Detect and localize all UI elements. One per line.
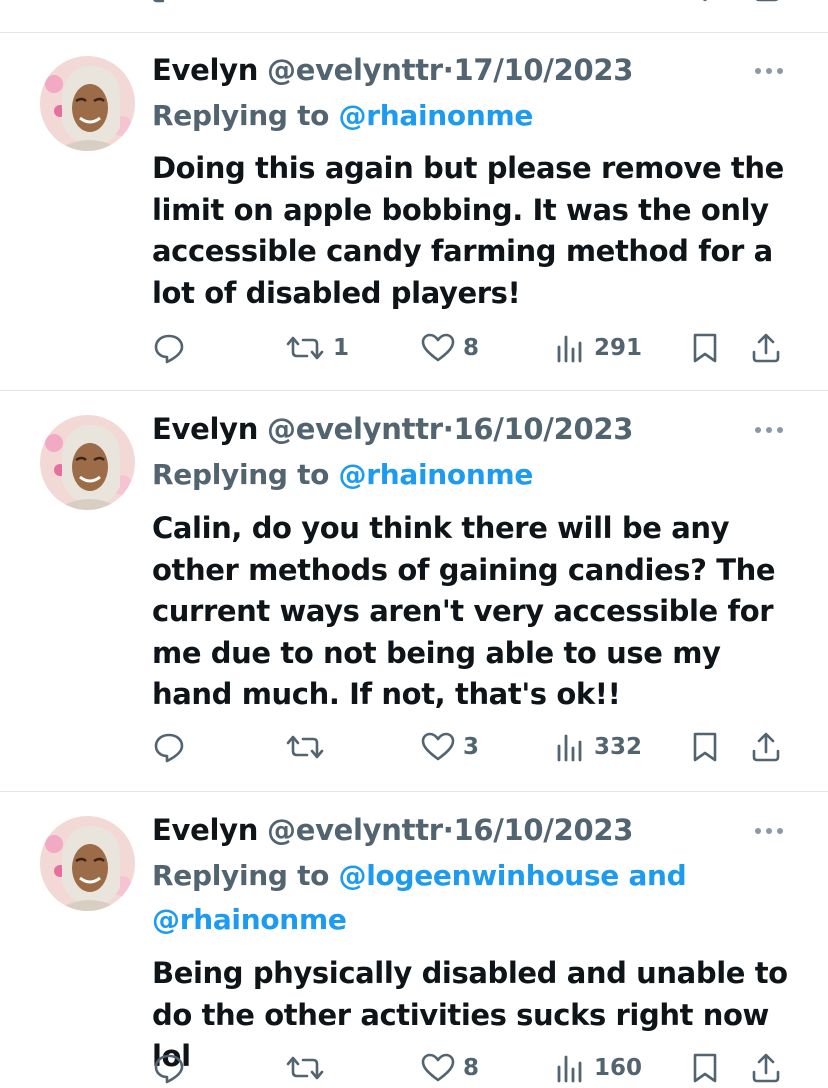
avatar[interactable] [40,415,135,510]
replying-to: Replying to @rhainonme [152,453,533,497]
bookmark-icon[interactable] [691,0,719,6]
share-icon [752,1053,780,1083]
heart-icon [421,333,455,362]
retweet-button[interactable]: 1 [285,328,349,368]
views-icon[interactable] [556,0,586,4]
tweet-actions: 1 8 291 [0,328,828,368]
reply-button[interactable] [153,727,185,767]
avatar[interactable] [40,816,135,911]
handle[interactable]: @evelynttr [267,813,443,847]
like-icon[interactable] [425,0,447,4]
replying-prefix: Replying to [152,458,330,491]
view-count: 291 [594,335,643,361]
share-button[interactable] [750,727,782,767]
like-count: 3 [463,734,480,760]
tweet-header: Evelyn @evelynttr·16/10/2023 [152,411,633,447]
tweet[interactable]: Evelyn @evelynttr·16/10/2023 Replying to… [0,391,828,791]
display-name[interactable]: Evelyn [152,53,258,87]
views-button[interactable]: 160 [556,1048,642,1088]
retweet-icon [286,336,324,360]
like-count: 8 [463,1055,480,1081]
tweet-header: Evelyn @evelynttr·17/10/2023 [152,52,633,88]
views-icon [557,734,582,762]
like-button[interactable]: 8 [421,1048,479,1088]
replying-prefix: Replying to [152,99,330,132]
bookmark-button[interactable] [692,1048,718,1088]
retweet-button[interactable] [285,1048,333,1088]
retweet-icon[interactable] [150,0,176,4]
like-count: 8 [463,335,480,361]
replying-to-line2: @rhainonme [152,898,347,942]
separator-dot: · [442,53,454,87]
tweet-text: Calin, do you think there will be any ot… [152,511,776,711]
more-options-icon[interactable] [752,64,786,78]
share-icon[interactable] [753,0,781,6]
bookmark-icon [693,732,717,762]
mention-link[interactable]: @rhainonme [339,458,534,491]
bookmark-icon [693,1053,717,1083]
more-options-icon[interactable] [752,824,786,838]
share-button[interactable] [750,1048,782,1088]
display-name[interactable]: Evelyn [152,813,258,847]
share-icon [752,333,780,363]
handle[interactable]: @evelynttr [267,412,443,446]
like-button[interactable]: 3 [421,727,479,767]
replying-prefix: Replying to [152,859,330,892]
reply-icon [154,733,184,763]
timestamp[interactable]: 17/10/2023 [453,53,633,87]
views-icon [557,1055,582,1083]
tweet[interactable]: Evelyn @evelynttr·17/10/2023 Replying to… [0,32,828,390]
retweet-icon [286,1056,324,1080]
retweet-button[interactable] [285,727,333,767]
reply-icon [154,1054,184,1084]
view-count: 160 [594,1055,643,1081]
separator-dot: · [442,813,454,847]
view-count: 332 [594,734,643,760]
share-button[interactable] [750,328,782,368]
heart-icon [421,1053,455,1082]
mention-link[interactable]: @logeenwinhouse and [339,859,687,892]
mention-link[interactable]: @rhainonme [152,903,347,936]
bookmark-icon [693,333,717,363]
bookmark-button[interactable] [692,727,718,767]
replying-to: Replying to @logeenwinhouse and [152,854,687,898]
retweet-count: 1 [333,335,350,361]
bookmark-button[interactable] [692,328,718,368]
heart-icon [421,732,455,761]
tweet-actions: 8 160 [0,1048,828,1088]
more-options-icon[interactable] [752,423,786,437]
tweet-text: Doing this again but please remove the l… [152,151,784,310]
mention-link[interactable]: @rhainonme [339,99,534,132]
share-icon [752,732,780,762]
tweet-actions: 3 332 [0,727,828,767]
avatar[interactable] [40,56,135,151]
timestamp[interactable]: 16/10/2023 [453,412,633,446]
reply-button[interactable] [153,328,185,368]
reply-icon [154,334,184,364]
views-icon [557,335,582,363]
previous-tweet-actions [0,0,828,33]
reply-button[interactable] [153,1048,185,1088]
like-button[interactable]: 8 [421,328,479,368]
retweet-icon [286,735,324,759]
separator-dot: · [442,412,454,446]
views-button[interactable]: 291 [556,328,642,368]
display-name[interactable]: Evelyn [152,412,258,446]
replying-to: Replying to @rhainonme [152,94,533,138]
views-button[interactable]: 332 [556,727,642,767]
timestamp[interactable]: 16/10/2023 [453,813,633,847]
handle[interactable]: @evelynttr [267,53,443,87]
tweet[interactable]: Evelyn @evelynttr·16/10/2023 Replying to… [0,792,828,1084]
tweet-header: Evelyn @evelynttr·16/10/2023 [152,812,633,848]
